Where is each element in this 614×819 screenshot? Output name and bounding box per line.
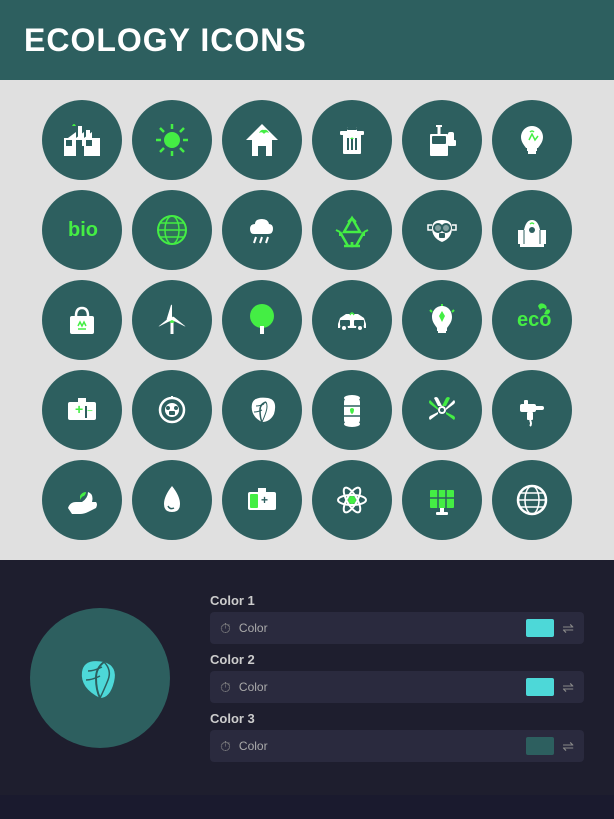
color2-arrows[interactable]: ⇌ [562,679,574,696]
svg-text:−: − [87,406,93,417]
color1-row[interactable]: ⏱ Color ⇌ [210,612,584,644]
eco-text-icon-circle[interactable]: eco [492,280,572,360]
icon-row-3: eco [20,280,594,360]
clock-icon-3: ⏱ [220,738,231,755]
leaf-icon-circle[interactable] [222,370,302,450]
bottom-panel: Color 1 ⏱ Color ⇌ Color 2 ⏱ Color ⇌ Colo… [0,560,614,795]
page-title: ECOLOGY ICONS [24,22,307,59]
gas-station-icon-circle[interactable] [402,100,482,180]
recycle-bin-icon-circle[interactable] [312,100,392,180]
gas-mask-icon-circle[interactable] [402,190,482,270]
atom-icon-circle[interactable] [312,460,392,540]
recycle-icon-circle[interactable] [312,190,392,270]
color-group-2: Color 2 ⏱ Color ⇌ [210,652,584,703]
color-group-3: Color 3 ⏱ Color ⇌ [210,711,584,762]
battery2-icon-circle[interactable]: + [222,460,302,540]
svg-text:+: + [75,401,83,417]
color1-arrows[interactable]: ⇌ [562,620,574,637]
bio-icon-circle[interactable]: bio [42,190,122,270]
water-drop-icon-circle[interactable] [132,460,212,540]
energy-bulb-icon-circle[interactable] [402,280,482,360]
icon-grid-area: bio [0,80,614,560]
color3-row-label: Color [239,739,518,753]
sun-icon-circle[interactable] [132,100,212,180]
color1-row-label: Color [239,621,518,635]
svg-text:bio: bio [68,219,98,241]
battery-ev-icon-circle[interactable]: +− [42,370,122,450]
svg-text:+: + [261,493,268,507]
color3-label: Color 3 [210,711,584,726]
eco-bag-icon-circle[interactable] [42,280,122,360]
globe2-icon-circle[interactable] [492,460,572,540]
color2-swatch[interactable] [526,678,554,696]
solar-panel-icon-circle[interactable] [402,460,482,540]
color-group-1: Color 1 ⏱ Color ⇌ [210,593,584,644]
icon-row-5: + [20,460,594,540]
faucet-icon-circle[interactable] [492,370,572,450]
wind-turbine-icon-circle[interactable] [132,280,212,360]
clock-icon-1: ⏱ [220,620,231,637]
color3-row[interactable]: ⏱ Color ⇌ [210,730,584,762]
color2-label: Color 2 [210,652,584,667]
cloud-rain-icon-circle[interactable] [222,190,302,270]
hand-leaf-icon-circle[interactable] [42,460,122,540]
icon-row-4: +− [20,370,594,450]
factory-icon-circle[interactable] [42,100,122,180]
color-controls: Color 1 ⏱ Color ⇌ Color 2 ⏱ Color ⇌ Colo… [210,593,584,762]
color3-arrows[interactable]: ⇌ [562,738,574,755]
color1-label: Color 1 [210,593,584,608]
nuclear-plant-icon-circle[interactable] [492,190,572,270]
color1-swatch[interactable] [526,619,554,637]
color3-swatch[interactable] [526,737,554,755]
color2-row[interactable]: ⏱ Color ⇌ [210,671,584,703]
lightbulb-icon-circle[interactable] [492,100,572,180]
header: ECOLOGY ICONS [0,0,614,80]
barrel-icon-circle[interactable] [312,370,392,450]
eco-car-icon-circle[interactable] [312,280,392,360]
globe-icon-circle[interactable] [132,190,212,270]
color2-row-label: Color [239,680,518,694]
icon-row-2: bio [20,190,594,270]
ev-plug-icon-circle[interactable] [132,370,212,450]
radiation-icon-circle[interactable] [402,370,482,450]
preview-icon-circle [30,608,170,748]
tree-icon-circle[interactable] [222,280,302,360]
icon-row-1 [20,100,594,180]
eco-house-icon-circle[interactable] [222,100,302,180]
clock-icon-2: ⏱ [220,679,231,696]
